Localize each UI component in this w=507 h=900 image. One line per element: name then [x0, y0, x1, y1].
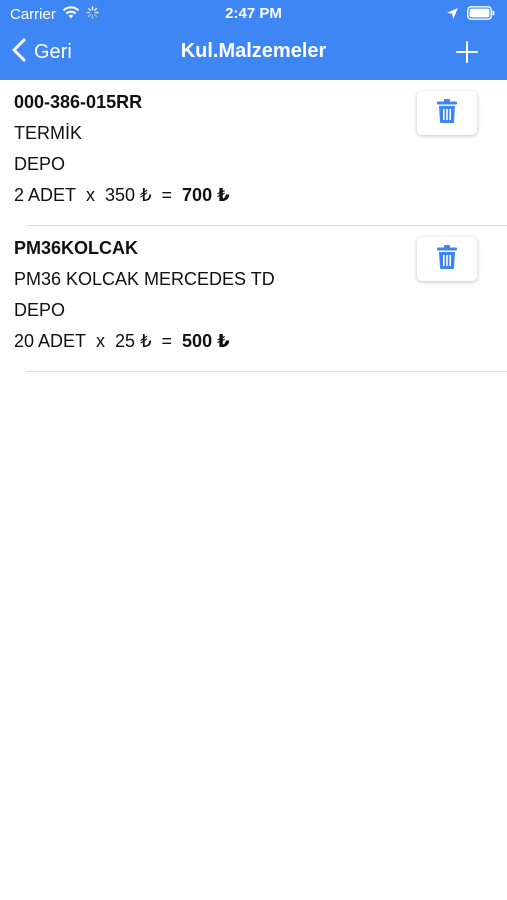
equals-sign: =	[161, 331, 173, 351]
material-list: 000-386-015RR TERMİK DEPO 2 ADET x 350 ₺ = 7…	[0, 80, 507, 372]
status-time: 2:47 PM	[225, 5, 282, 22]
delete-button[interactable]	[417, 237, 477, 281]
status-right	[446, 6, 495, 25]
item-calculation: 2 ADET x 350 ₺ = 700 ₺	[14, 185, 230, 206]
nav-bar: Geri Kul.Malzemeler	[0, 30, 507, 74]
location-arrow-icon	[446, 7, 459, 25]
item-unit-price: 350 ₺	[105, 185, 152, 205]
trash-icon	[437, 244, 457, 274]
page-title: Kul.Malzemeler	[180, 40, 327, 62]
item-unit-price: 25 ₺	[115, 331, 152, 351]
trash-icon	[437, 98, 457, 128]
delete-button[interactable]	[417, 91, 477, 135]
item-total: 700 ₺	[182, 185, 230, 205]
item-quantity: 20 ADET	[14, 331, 87, 351]
item-code: 000-386-015RR	[14, 92, 143, 112]
item-warehouse: DEPO	[14, 300, 66, 320]
plus-icon	[455, 41, 479, 68]
divider	[26, 371, 507, 372]
list-item: 000-386-015RR TERMİK DEPO 2 ADET x 350 ₺ = 7…	[0, 80, 507, 226]
times-sign: x	[86, 185, 96, 205]
status-bar: Carrier 2:47 PM	[0, 0, 507, 28]
add-button[interactable]	[455, 40, 479, 64]
list-item: PM36KOLCAK PM36 KOLCAK MERCEDES TD DEPO …	[0, 226, 507, 372]
header: Carrier 2:47 PM Geri Kul.Malzemeler	[0, 0, 507, 80]
item-total: 500 ₺	[182, 331, 230, 351]
item-name: TERMİK	[14, 123, 83, 143]
times-sign: x	[96, 331, 106, 351]
item-calculation: 20 ADET x 25 ₺ = 500 ₺	[14, 331, 230, 352]
battery-icon	[467, 6, 495, 25]
item-warehouse: DEPO	[14, 154, 66, 174]
item-name: PM36 KOLCAK MERCEDES TD	[14, 269, 275, 289]
equals-sign: =	[161, 185, 173, 205]
item-quantity: 2 ADET	[14, 185, 77, 205]
item-code: PM36KOLCAK	[14, 238, 139, 258]
